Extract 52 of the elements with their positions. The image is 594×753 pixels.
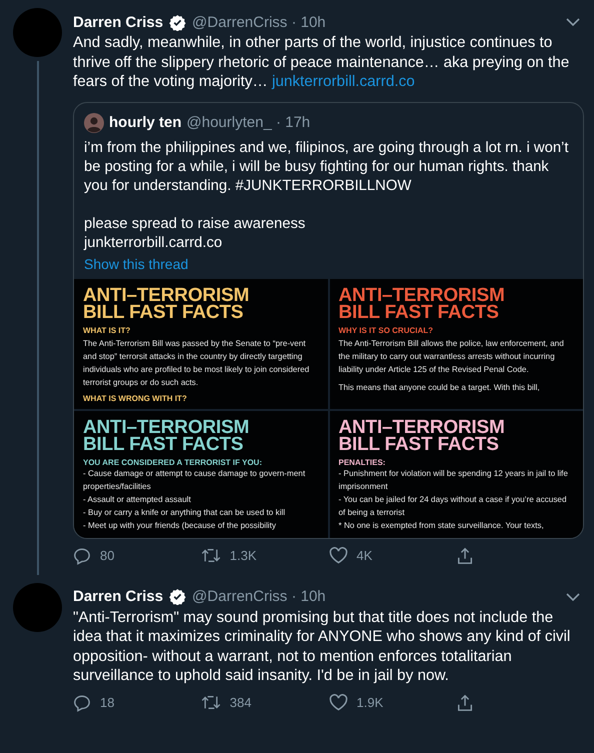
quoted-tweet-text: i’m from the philippines and we, filipinos, are going through a lot rn. i won’t be posting for a while, i will be busy fighting for our human rights. thank you for understanding. #JUNKTERRORBILLNOW please spread to raise awareness junkterrorbill.carrd.co xyxy=(84,138,570,252)
action-count: 384 xyxy=(230,695,252,710)
infographic-title: ANTI–TERRORISM BILL FAST FACTS xyxy=(83,286,250,320)
infographic-title: ANTI–TERRORISM BILL FAST FACTS xyxy=(338,286,506,320)
infographic-heading: WHY IS IT SO CRUCIAL? xyxy=(338,326,434,334)
action-count: 80 xyxy=(100,548,114,563)
infographic[interactable] xyxy=(330,410,583,538)
action-count: 4K xyxy=(356,548,372,563)
share-icon[interactable] xyxy=(456,546,474,564)
handle-and-time: @DarrenCriss · 10h xyxy=(192,14,326,30)
chevron-down-icon[interactable] xyxy=(566,592,580,600)
infographic-line: * No one is exempted from state surveillance. Your texts, xyxy=(338,520,545,532)
infographic-heading: WHAT IS IT? xyxy=(83,326,132,334)
infographic[interactable] xyxy=(330,278,583,408)
handle-and-time: @DarrenCriss · 10h xyxy=(192,588,326,605)
infographic-paragraph: The Anti-Terrorism Bill allows the police, law enforcement, and the military to carry out warrantless arrests without incurring liability under Article 125 of the Revised Penal Code. xyxy=(338,338,565,376)
infographic[interactable] xyxy=(74,278,328,408)
quoted-tweet[interactable] xyxy=(73,102,584,538)
tweet-text: And sadly, meanwhile, in other parts of the world, injustice continues to thrive off the slippery rhetoric of peace maintenance… aka preying on the fears of the voting majority… junkterrorbill.carrd.co xyxy=(73,33,570,92)
action-count: 1.3K xyxy=(230,548,256,563)
reply-icon[interactable] xyxy=(73,694,91,712)
action-count: 18 xyxy=(100,695,114,710)
link[interactable]: junkterrorbill.carrd.co xyxy=(272,73,415,90)
author-name[interactable]: Darren Criss xyxy=(73,588,164,605)
infographic-heading: PENALTIES: xyxy=(338,458,386,466)
share-icon[interactable] xyxy=(456,694,474,712)
author-name[interactable]: hourly ten xyxy=(109,114,182,131)
infographic-line: - Cause damage or attempt to cause damage to govern-ment properties/facilities xyxy=(83,468,306,492)
infographic[interactable] xyxy=(74,410,328,538)
infographic-line: - Assault or attempted assault xyxy=(83,494,192,506)
retweet-icon[interactable] xyxy=(200,694,221,711)
infographic-line: - Punishment for violation will be spending 12 years in jail to life imprisonment xyxy=(338,468,569,492)
show-thread-link[interactable]: Show this thread xyxy=(84,256,188,272)
infographic-title: ANTI–TERRORISM BILL FAST FACTS xyxy=(83,418,250,452)
author-name[interactable]: Darren Criss xyxy=(73,14,164,30)
heart-icon[interactable] xyxy=(328,694,348,711)
infographic-title: ANTI–TERRORISM BILL FAST FACTS xyxy=(338,418,506,452)
handle-and-time: @hourlyten_ · 17h xyxy=(186,114,310,131)
infographic-line: - Buy or carry a knife or anything that can be used to kill xyxy=(83,506,286,518)
infographic-paragraph: This means that anyone could be a target. With this bill, xyxy=(338,382,541,394)
infographic-paragraph: The Anti-Terrorism Bill was passed by the Senate to “pre-vent and stop” terrorsit attacks in the country by directly targetting individuals who are profiled to be most likely to join considered terrorist groups or do such acts. xyxy=(83,338,310,388)
avatar-icon xyxy=(84,112,104,132)
infographic-heading: YOU ARE CONSIDERED A TERRORIST IF YOU: xyxy=(83,458,263,466)
reply-icon[interactable] xyxy=(73,546,91,564)
infographic-line: - Meet up with your friends (because of the possibility xyxy=(83,520,277,532)
infographic-line: - You can be jailed for 24 days without a case if you’re accused of being a terrorist xyxy=(338,494,568,518)
infographic-heading: WHAT IS WRONG WITH IT? xyxy=(83,394,188,402)
retweet-icon[interactable] xyxy=(200,547,221,564)
heart-icon[interactable] xyxy=(328,547,348,564)
chevron-down-icon[interactable] xyxy=(566,18,580,26)
action-count: 1.9K xyxy=(356,695,384,710)
tweet-text: "Anti-Terrorism" may sound promising but that title does not include the idea that it maximizes criminality for ANYONE who shows any kind of civil opposition- without a warrant, not to mention enforces totalitarian surveillance to uphold said insanity. I'd be in jail by now. xyxy=(73,608,572,686)
